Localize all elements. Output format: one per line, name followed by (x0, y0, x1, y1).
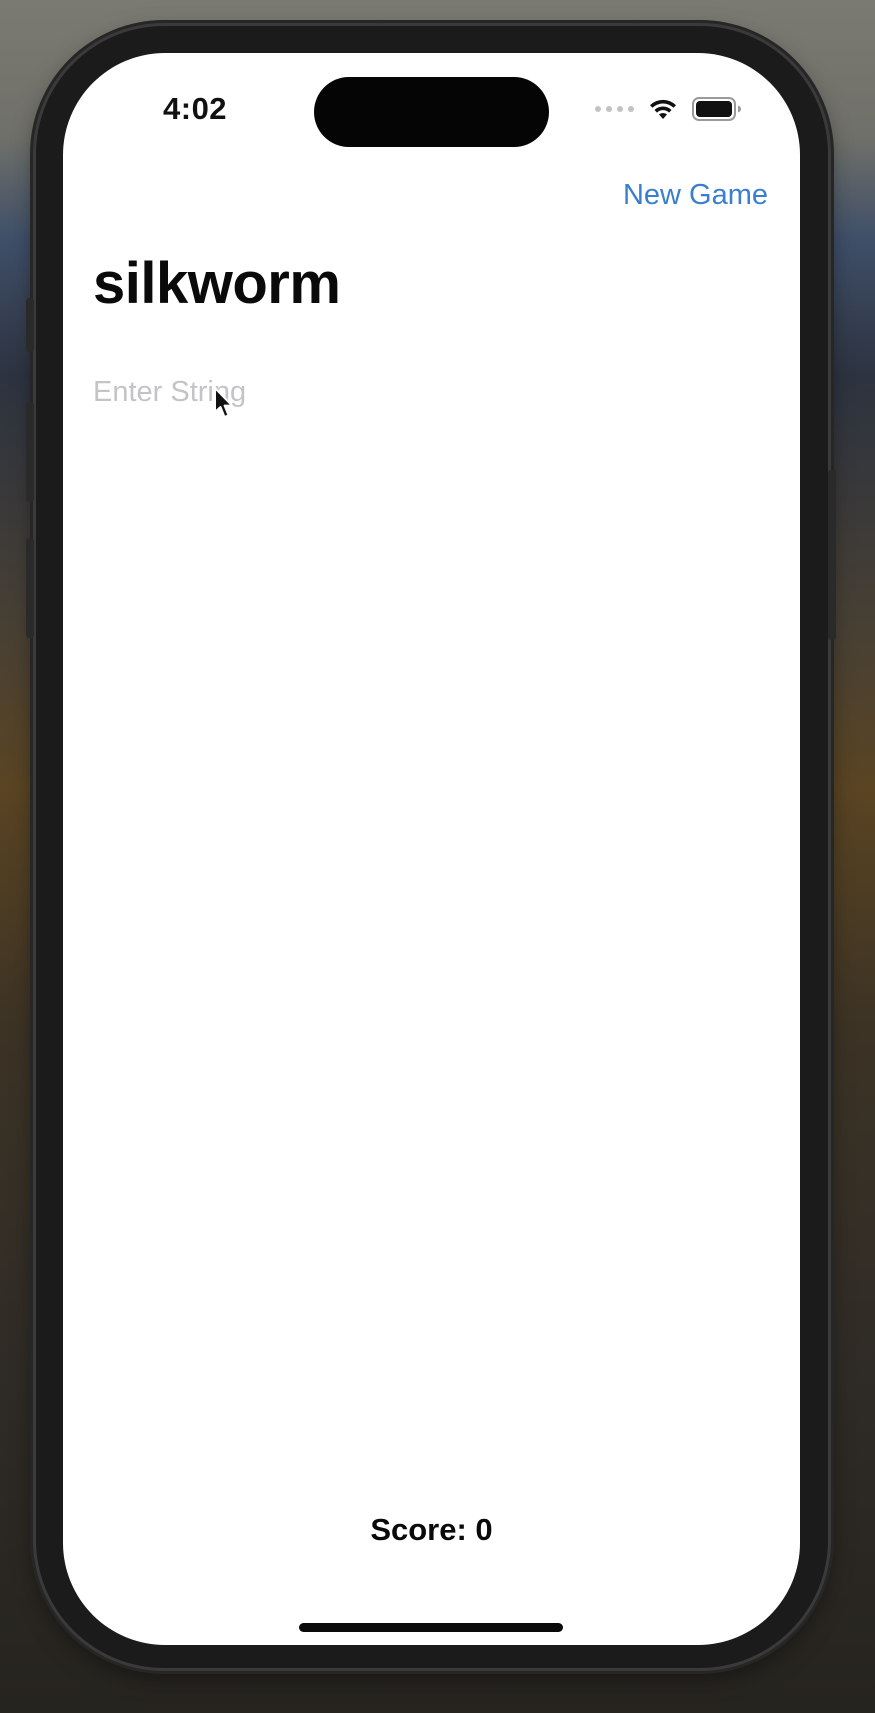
action-button (26, 298, 34, 352)
mouse-pointer-icon (213, 386, 235, 425)
power-button (828, 470, 836, 640)
device-screen: 4:02 New Game silkworm Score: 0 (63, 53, 800, 1645)
cellular-signal-icon (595, 106, 634, 112)
status-time: 4:02 (163, 91, 228, 126)
dynamic-island (314, 77, 549, 147)
battery-icon (692, 97, 742, 121)
score-label: Score: 0 (370, 1512, 493, 1547)
volume-down-button (26, 538, 34, 638)
new-game-button[interactable]: New Game (623, 179, 768, 212)
status-icons (595, 97, 742, 121)
string-input[interactable] (93, 371, 693, 413)
home-indicator[interactable] (299, 1623, 563, 1632)
page-title: silkworm (93, 251, 341, 316)
volume-up-button (26, 402, 34, 502)
wifi-icon (648, 98, 678, 120)
